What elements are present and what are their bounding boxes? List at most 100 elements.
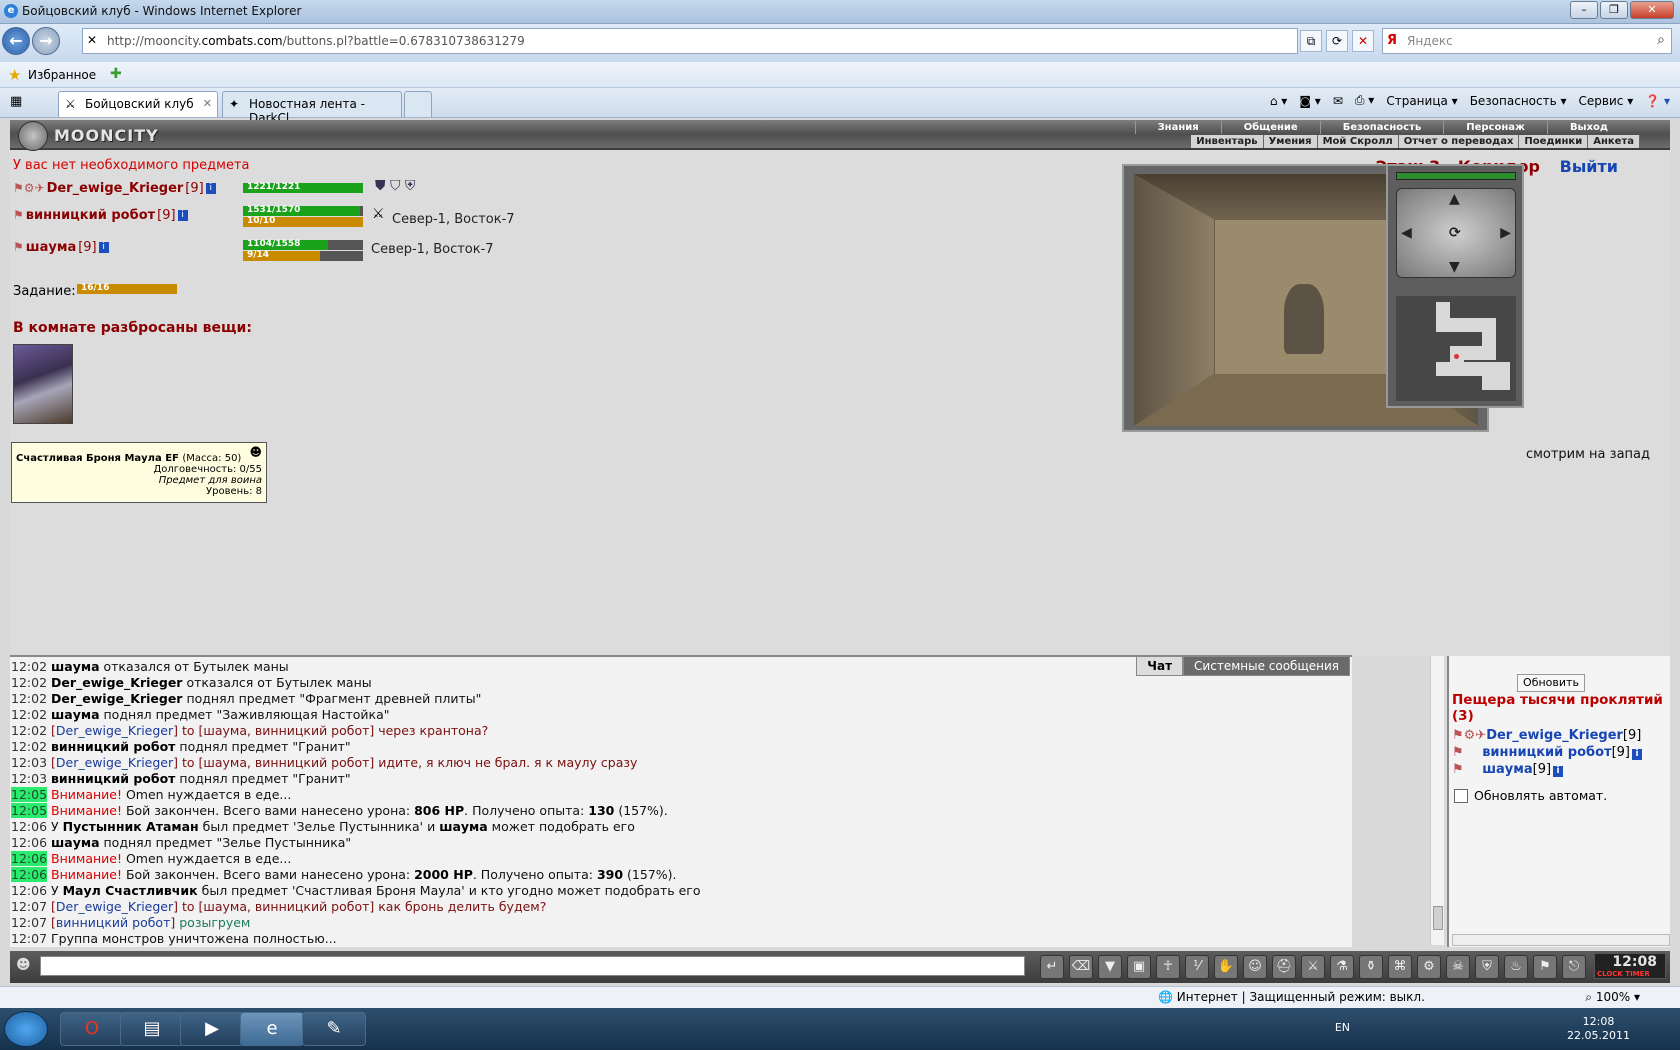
chat-nick[interactable]: Der_ewige_Krieger [56, 755, 173, 770]
language-indicator[interactable]: EN [1335, 1021, 1350, 1034]
start-button[interactable] [4, 1011, 48, 1047]
refresh-icon[interactable]: ⟳ [1326, 30, 1348, 52]
chat-nick[interactable]: 390 [597, 867, 623, 882]
arrow-down-icon[interactable]: ▼ [1449, 259, 1460, 275]
info-icon[interactable]: i [98, 241, 109, 253]
save-icon[interactable]: ▣ [1127, 955, 1151, 979]
search-input[interactable]: Я Яндекс ⌕ [1382, 28, 1672, 54]
chat-nick[interactable]: 806 HP [414, 803, 464, 818]
auto-refresh-checkbox[interactable] [1454, 788, 1468, 803]
back-button[interactable]: ← [2, 27, 30, 55]
chat-nick[interactable]: шаума [51, 835, 100, 850]
menu-security[interactable]: Безопасность [1319, 121, 1444, 134]
tab-combats[interactable]: ⚔ Бойцовский клуб ✕ [58, 91, 218, 117]
chat-nick[interactable]: винницкий робот [51, 739, 175, 754]
chat-nick[interactable]: шаума [51, 659, 100, 674]
send-icon[interactable]: ↵ [1040, 955, 1064, 979]
shield-icon[interactable]: ⛨ [1475, 955, 1499, 979]
helmet-icon[interactable]: ⛑ [1272, 955, 1296, 979]
stop-icon[interactable]: ✕ [1352, 30, 1374, 52]
chat-nick[interactable]: шаума [439, 819, 488, 834]
close-window-button[interactable]: ✕ [1630, 1, 1674, 19]
player-name[interactable]: Der_ewige_Krieger [47, 181, 184, 196]
menu-knowledge[interactable]: Знания [1134, 121, 1221, 134]
bottle-icon[interactable]: ⚱ [1359, 955, 1383, 979]
sword-icon[interactable]: ⚔ [1301, 955, 1325, 979]
menu-inventory[interactable]: Инвентарь [1191, 135, 1264, 148]
flag-icon[interactable]: ⚑ [1533, 955, 1557, 979]
menu-fights[interactable]: Поединки [1519, 135, 1589, 148]
tab-chat[interactable]: Чат [1136, 656, 1184, 676]
chat-nick[interactable]: 2000 HP [414, 867, 473, 882]
help-icon[interactable]: ❓ ▾ [1645, 94, 1670, 108]
forward-button[interactable]: → [32, 27, 60, 55]
filter-icon[interactable]: ▼ [1098, 955, 1122, 979]
rotate-right-icon[interactable]: ▶ [1500, 225, 1511, 241]
home-icon[interactable]: ⌂ ▾ [1270, 94, 1287, 108]
room-hscrollbar[interactable] [1452, 934, 1670, 946]
menu-profile[interactable]: Анкета [1588, 135, 1640, 148]
add-favorite-icon[interactable]: ✚ [110, 66, 122, 82]
chat-nick[interactable]: Пустынник Атаман [63, 819, 199, 834]
print-icon[interactable]: ⎙ ▾ [1355, 93, 1374, 108]
skull-icon[interactable]: ☠ [1446, 955, 1470, 979]
chat-nick[interactable]: шаума [51, 707, 100, 722]
tab-system-messages[interactable]: Системные сообщения [1183, 656, 1350, 676]
chat-nick[interactable]: Der_ewige_Krieger [56, 723, 173, 738]
tray-clock[interactable]: 12:08 22.05.2011 [1567, 1015, 1630, 1043]
opera-taskbar-icon[interactable]: O [60, 1012, 124, 1046]
menu-my-scroll[interactable]: Мой Скролл [1318, 135, 1399, 148]
monster-figure[interactable] [1284, 284, 1324, 354]
hand-icon[interactable]: ✋ [1214, 955, 1238, 979]
chat-nick[interactable]: Der_ewige_Krieger [51, 675, 182, 690]
menu-character[interactable]: Персонаж [1443, 121, 1547, 134]
minimize-button[interactable]: – [1570, 1, 1598, 19]
scroll-icon[interactable]: ⌘ [1388, 955, 1412, 979]
chat-nick[interactable]: Маул Счастливчик [63, 883, 198, 898]
maximize-button[interactable]: ❐ [1600, 1, 1628, 19]
arrow-up-icon[interactable]: ▲ [1449, 191, 1460, 207]
player-name[interactable]: винницкий робот [26, 208, 155, 223]
info-icon[interactable]: i [177, 209, 188, 221]
chat-nick[interactable]: 130 [588, 803, 614, 818]
translate-icon[interactable]: ⅟ [1185, 955, 1209, 979]
chat-nick[interactable]: винницкий робот [51, 771, 175, 786]
menu-skills[interactable]: Умения [1264, 135, 1318, 148]
room-user[interactable]: ⚑ винницкий робот[9] i [1452, 745, 1642, 760]
chat-scrollbar[interactable] [1430, 656, 1444, 945]
security-menu[interactable]: Безопасность ▾ [1470, 94, 1567, 108]
tab-close-icon[interactable]: ✕ [203, 97, 212, 110]
favorites-star-icon[interactable]: ★ [8, 66, 21, 84]
rotate-left-icon[interactable]: ◀ [1401, 225, 1412, 241]
compat-view-icon[interactable]: ⧉ [1300, 30, 1322, 52]
player-name[interactable]: шаума [26, 240, 76, 255]
refresh-button[interactable]: Обновить [1517, 674, 1585, 692]
search-icon[interactable]: ⌕ [1657, 32, 1665, 48]
fighter-icon[interactable]: ☥ [1156, 955, 1180, 979]
smile-head-icon[interactable]: ☻ [16, 957, 31, 973]
chat-nick[interactable]: Der_ewige_Krieger [51, 691, 182, 706]
exit-icon[interactable]: ⎋ [1562, 955, 1586, 979]
quick-tabs-icon[interactable]: ▦ [10, 94, 22, 109]
chat-nick[interactable]: винницкий робот [56, 915, 170, 930]
menu-transfer-report[interactable]: Отчет о переводах [1399, 135, 1520, 148]
info-icon[interactable]: i [205, 182, 216, 194]
paint-taskbar-icon[interactable]: ✎ [302, 1012, 366, 1046]
menu-exit[interactable]: Выход [1546, 121, 1630, 134]
address-bar[interactable]: ✕ http://mooncity.combats.com/buttons.pl… [82, 28, 1298, 54]
smiley-icon[interactable]: ☺ [1243, 955, 1267, 979]
zoom-level[interactable]: ⌕ 100% ▾ [1585, 990, 1640, 1005]
explorer-taskbar-icon[interactable]: ▤ [120, 1012, 184, 1046]
refresh-room-icon[interactable]: ⟳ [1449, 225, 1461, 241]
tab-news[interactable]: ✦ Новостная лента - DarkCl... [222, 91, 402, 125]
service-menu[interactable]: Сервис ▾ [1579, 94, 1634, 108]
gear-icon[interactable]: ⚙ [1417, 955, 1441, 979]
ie-taskbar-icon[interactable]: e [240, 1012, 304, 1046]
room-user[interactable]: ⚑ шаума[9] i [1452, 762, 1564, 777]
clear-icon[interactable]: ⌫ [1069, 955, 1093, 979]
armor-item-image[interactable] [13, 344, 73, 424]
favorites-button[interactable]: Избранное [28, 68, 96, 82]
exit-link[interactable]: Выйти [1560, 157, 1618, 176]
media-player-taskbar-icon[interactable]: ▶ [180, 1012, 244, 1046]
flame-icon[interactable]: ♨ [1504, 955, 1528, 979]
